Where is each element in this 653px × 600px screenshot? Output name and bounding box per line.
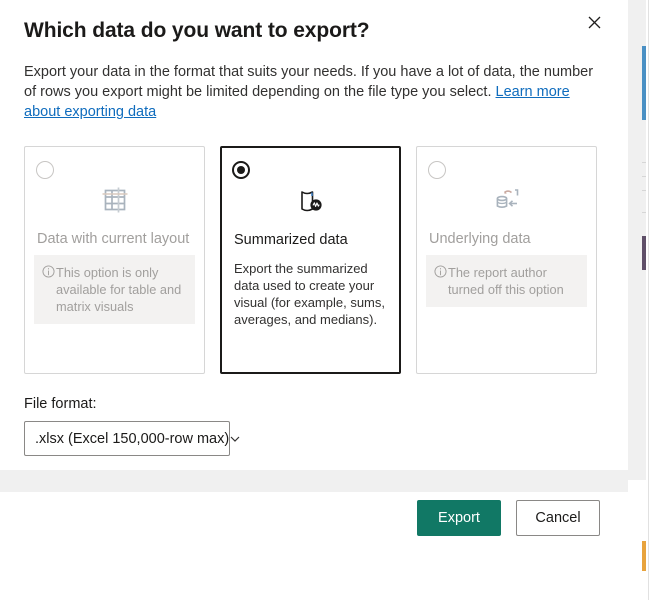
radio-summarized-data[interactable] <box>232 161 250 179</box>
footer-actions: Export Cancel <box>417 500 600 536</box>
background-bar-orange <box>642 541 646 571</box>
dialog-description: Export your data in the format that suit… <box>24 62 602 122</box>
option-info-text-underlying-data: The report author turned off this option <box>448 265 564 297</box>
table-grid-icon <box>25 177 204 223</box>
export-data-dialog-screen: Which data do you want to export? Export… <box>0 0 653 600</box>
background-report-sliver <box>628 0 653 600</box>
file-format-label: File format: <box>24 396 97 412</box>
export-button[interactable]: Export <box>417 500 501 536</box>
info-icon <box>434 265 447 298</box>
summarized-data-icon <box>222 178 399 224</box>
background-bar-blue <box>642 46 646 120</box>
option-label-summarized-data: Summarized data <box>234 232 348 248</box>
option-info-data-with-current-layout: This option is only available for table … <box>34 255 195 324</box>
option-card-data-with-current-layout[interactable]: Data with current layout This option is … <box>24 146 205 374</box>
cancel-button[interactable]: Cancel <box>516 500 600 536</box>
export-dialog: Which data do you want to export? Export… <box>0 0 628 600</box>
background-rule-4 <box>642 212 646 213</box>
option-description-summarized-data: Export the summarized data used to creat… <box>234 261 385 327</box>
info-icon <box>42 265 55 315</box>
background-divider <box>648 0 649 600</box>
background-bar-purple <box>642 236 646 270</box>
page-title: Which data do you want to export? <box>24 19 370 42</box>
dialog-footer: Export Cancel <box>0 492 628 600</box>
option-label-data-with-current-layout: Data with current layout <box>37 231 190 247</box>
export-option-cards: Data with current layout This option is … <box>24 146 597 374</box>
background-rule-1 <box>642 162 646 163</box>
dialog-body: Which data do you want to export? Export… <box>0 0 628 470</box>
option-info-text-data-with-current-layout: This option is only available for table … <box>56 265 182 314</box>
database-arrow-icon <box>417 177 596 223</box>
dialog-separator <box>0 470 628 492</box>
option-card-summarized-data[interactable]: Summarized data Export the summarized da… <box>220 146 401 374</box>
close-icon[interactable] <box>580 8 608 36</box>
file-format-selected-value: .xlsx (Excel 150,000-row max) <box>35 430 230 447</box>
chevron-down-icon <box>229 433 241 445</box>
file-format-select[interactable]: .xlsx (Excel 150,000-row max) <box>24 421 240 456</box>
option-card-underlying-data[interactable]: Underlying data The report author turned… <box>416 146 597 374</box>
background-rule-2 <box>642 176 646 177</box>
option-info-underlying-data: The report author turned off this option <box>426 255 587 307</box>
option-label-underlying-data: Underlying data <box>429 231 531 247</box>
background-rule-3 <box>642 190 646 191</box>
